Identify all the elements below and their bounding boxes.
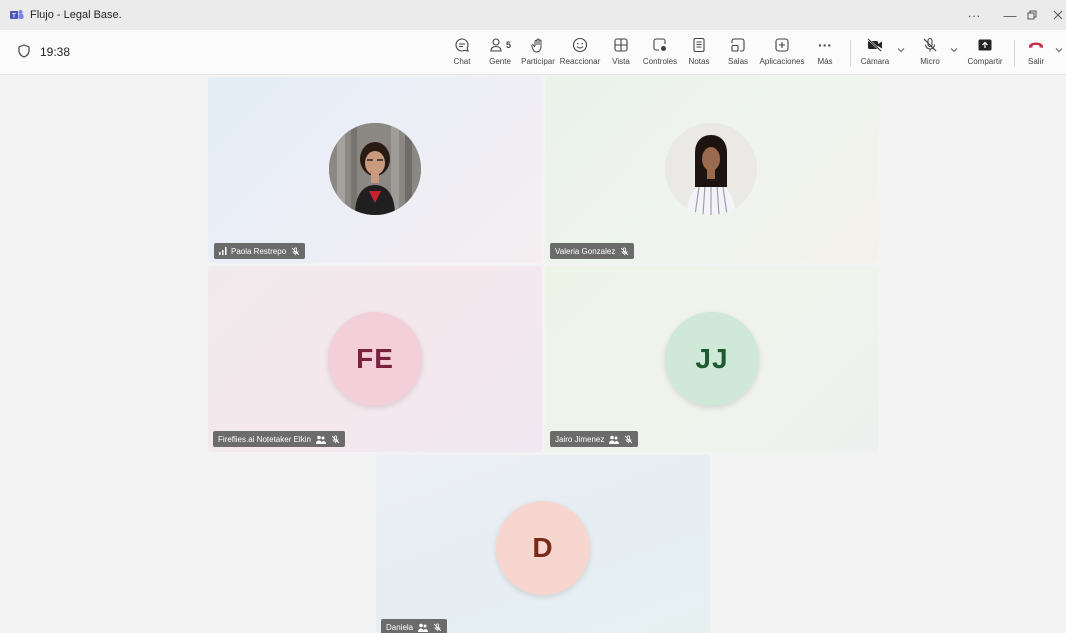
more-label: Más <box>817 57 833 66</box>
mic-off-icon <box>433 622 442 631</box>
leave-options-chevron-icon[interactable] <box>1055 46 1063 54</box>
bot-people-icon <box>418 623 429 632</box>
rooms-icon <box>730 35 746 55</box>
svg-text:T: T <box>12 14 16 20</box>
share-icon <box>977 35 993 55</box>
mic-label: Micro <box>920 57 940 66</box>
meeting-timer: 19:38 <box>40 45 71 59</box>
people-icon: 5 <box>489 35 511 55</box>
title-bar: T Flujo - Legal Base. ··· — <box>0 0 1066 30</box>
participant-name: Daniela <box>386 622 414 632</box>
chat-label: Chat <box>453 57 471 66</box>
participant-name: Jairo Jimenez <box>555 434 605 444</box>
participant-tile-daniela[interactable]: D Daniela <box>376 455 710 633</box>
window-title: Flujo - Legal Base. <box>30 9 122 21</box>
mic-off-icon <box>291 246 300 255</box>
bot-people-icon <box>609 435 620 444</box>
leave-button[interactable]: Salir <box>1025 35 1047 71</box>
close-button[interactable] <box>1040 0 1066 30</box>
participant-name-tag: Daniela <box>381 619 448 633</box>
participant-initials-avatar: JJ <box>665 312 759 406</box>
mic-off-icon <box>625 434 633 443</box>
participant-initials-avatar: FE <box>328 312 422 406</box>
close-icon <box>1053 10 1063 20</box>
mic-off-icon <box>922 35 938 55</box>
bot-people-icon <box>315 435 326 444</box>
participant-tile-fireflies[interactable]: FE Fireflies.ai Notetaker Elkin <box>208 266 542 452</box>
participant-name-tag: Jairo Jimenez <box>550 431 639 447</box>
view-grid-icon <box>613 35 629 55</box>
signal-strength-icon <box>219 247 227 255</box>
participant-name-tag: Fireflies.ai Notetaker Elkin <box>213 431 345 447</box>
phone-hangup-icon <box>1027 35 1045 55</box>
window-more-button[interactable]: ··· <box>956 0 992 30</box>
ellipsis-icon: ··· <box>818 37 832 53</box>
people-count: 5 <box>505 40 511 50</box>
participant-name: Valeria Gonzalez <box>555 246 616 256</box>
hand-icon <box>530 35 546 55</box>
controls-button[interactable]: Controles <box>643 35 677 71</box>
raise-hand-label: Participar <box>521 57 555 66</box>
chat-icon <box>454 35 470 55</box>
rooms-label: Salas <box>728 57 749 66</box>
restore-icon <box>1027 10 1037 20</box>
notes-icon <box>691 35 707 55</box>
participant-name-tag: Paola Restrepo <box>214 243 306 259</box>
mic-options-chevron-icon[interactable] <box>950 46 958 54</box>
participant-name: Fireflies.ai Notetaker Elkin <box>218 434 311 444</box>
raise-hand-button[interactable]: Participar <box>521 35 555 71</box>
apps-label: Aplicaciones <box>759 57 805 66</box>
meeting-toolbar: 19:38 Chat 5 Gente Participar Reaccionar… <box>0 30 1066 75</box>
share-label: Compartir <box>967 57 1003 66</box>
react-button[interactable]: Reaccionar <box>559 35 601 71</box>
add-app-icon <box>774 35 790 55</box>
participant-initials-avatar: D <box>496 501 590 595</box>
view-label: Vista <box>612 57 630 66</box>
participant-tile-paola[interactable]: Paola Restrepo <box>208 77 542 263</box>
leave-label: Salir <box>1027 57 1044 66</box>
toolbar-divider <box>850 40 851 66</box>
participant-tile-jairo[interactable]: JJ Jairo Jimenez <box>545 266 879 452</box>
camera-off-icon <box>866 35 884 55</box>
mic-button[interactable]: Micro <box>919 35 941 71</box>
camera-options-chevron-icon[interactable] <box>897 46 905 54</box>
chat-button[interactable]: Chat <box>452 35 472 71</box>
participant-photo <box>665 123 757 215</box>
participant-photo <box>329 123 421 215</box>
shield-icon <box>18 44 30 58</box>
toolbar-divider <box>1014 40 1015 66</box>
people-button[interactable]: 5 Gente <box>487 35 513 71</box>
people-label: Gente <box>489 57 511 66</box>
notes-button[interactable]: Notas <box>688 35 710 71</box>
controls-icon <box>652 35 668 55</box>
participant-name-tag: Valeria Gonzalez <box>550 243 635 259</box>
camera-button[interactable]: Cámara <box>860 35 890 71</box>
smiley-icon <box>572 35 588 55</box>
view-button[interactable]: Vista <box>611 35 631 71</box>
controls-label: Controles <box>642 57 678 66</box>
teams-logo-icon: T <box>10 8 24 22</box>
mic-off-icon <box>331 434 340 443</box>
apps-button[interactable]: Aplicaciones <box>760 35 804 71</box>
participant-tile-valeria[interactable]: Valeria Gonzalez <box>545 77 879 263</box>
more-button[interactable]: ··· Más <box>815 35 835 71</box>
share-button[interactable]: Compartir <box>966 35 1004 71</box>
react-label: Reaccionar <box>559 57 601 66</box>
rooms-button[interactable]: Salas <box>728 35 748 71</box>
camera-label: Cámara <box>860 57 890 66</box>
notes-label: Notas <box>688 57 710 66</box>
participant-name: Paola Restrepo <box>231 246 287 256</box>
mic-off-icon <box>621 246 629 255</box>
